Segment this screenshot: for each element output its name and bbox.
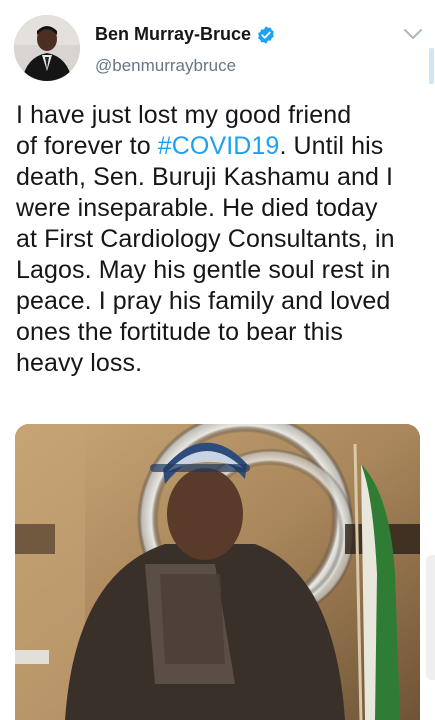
tweet-text: I have just lost my good friend of forev… bbox=[16, 100, 426, 379]
hashtag-link[interactable]: #COVID19 bbox=[158, 132, 280, 160]
chevron-down-icon[interactable] bbox=[402, 26, 424, 42]
tweet-text-part-2: . Until his death, Sen. Buruji Kashamu a… bbox=[16, 132, 395, 377]
scrollbar[interactable] bbox=[429, 48, 434, 84]
side-scroll-handle[interactable] bbox=[426, 555, 435, 680]
verified-badge-icon bbox=[256, 25, 276, 45]
user-handle[interactable]: @benmurraybruce bbox=[95, 56, 236, 76]
avatar[interactable] bbox=[14, 15, 80, 81]
name-row: Ben Murray-Bruce bbox=[95, 24, 276, 45]
tweet-header: Ben Murray-Bruce @benmurraybruce bbox=[0, 0, 435, 90]
tweet-photo[interactable] bbox=[15, 424, 420, 720]
display-name[interactable]: Ben Murray-Bruce bbox=[95, 24, 251, 45]
